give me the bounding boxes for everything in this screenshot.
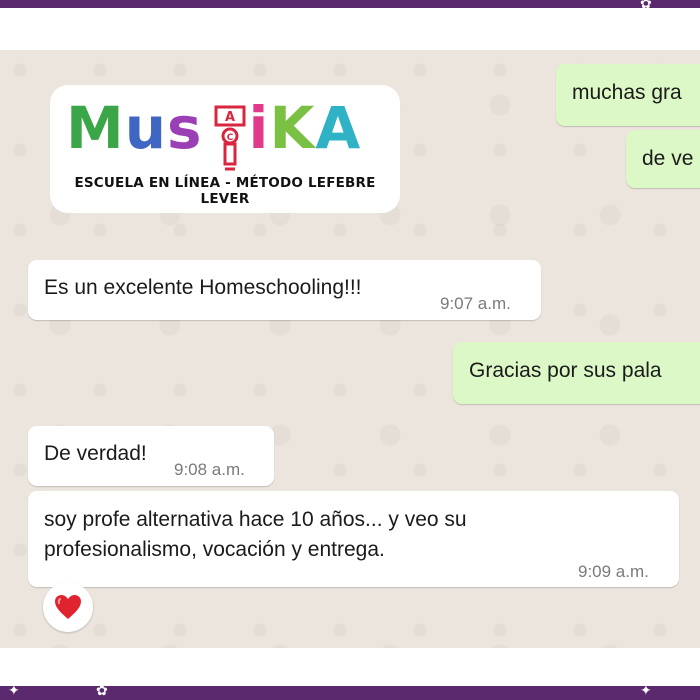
frame-top-band <box>0 0 700 8</box>
logo-letter: s <box>167 94 203 162</box>
logo-figure-icon: A C <box>214 105 246 171</box>
message-bubble-incoming[interactable]: Es un excelente Homeschooling!!! 9:07 a.… <box>28 260 541 320</box>
logo-letter: K <box>269 94 316 162</box>
logo-letter: M <box>66 94 125 162</box>
message-text: de ve <box>642 147 694 170</box>
heart-icon <box>55 595 81 619</box>
message-time: 9:09 a.m. <box>578 562 649 581</box>
frame-doodle-icon: ✿ <box>640 0 652 12</box>
message-text: Es un excelente Homeschooling!!! <box>44 276 362 299</box>
message-time: 9:08 a.m. <box>174 460 245 479</box>
message-text: muchas gra <box>572 81 682 104</box>
message-bubble-outgoing[interactable]: Gracias por sus pala <box>453 342 700 404</box>
mustika-logo-card: Mus iKA A C ESCUELA EN LÍNEA - MÉTODO LEF… <box>50 85 400 213</box>
logo-figure-letter: C <box>227 133 234 143</box>
frame-doodle-icon: ✦ <box>640 683 652 699</box>
message-text: Gracias por sus pala <box>469 359 662 382</box>
logo-letter: u <box>124 94 168 162</box>
message-time: 9:07 a.m. <box>440 294 511 313</box>
logo-figure-letter: A <box>225 110 235 125</box>
message-bubble-incoming[interactable]: soy profe alternativa hace 10 años... y … <box>28 491 679 587</box>
message-bubble-outgoing[interactable]: muchas gra <box>556 64 700 126</box>
frame-doodle-icon: ✦ <box>8 683 20 699</box>
logo-letter: A <box>315 94 362 162</box>
message-text-line: soy profe alternativa hace 10 años... y … <box>44 508 467 531</box>
frame-doodle-icon: ✿ <box>96 683 108 699</box>
message-text: De verdad! <box>44 442 147 465</box>
message-bubble-incoming[interactable]: De verdad! 9:08 a.m. <box>28 426 274 486</box>
message-bubble-outgoing[interactable]: de ve <box>626 130 700 188</box>
logo-subtitle: ESCUELA EN LÍNEA - MÉTODO LEFEBRE LEVER <box>74 175 376 207</box>
reaction-badge[interactable] <box>43 582 93 632</box>
logo-letter: i <box>248 94 270 162</box>
